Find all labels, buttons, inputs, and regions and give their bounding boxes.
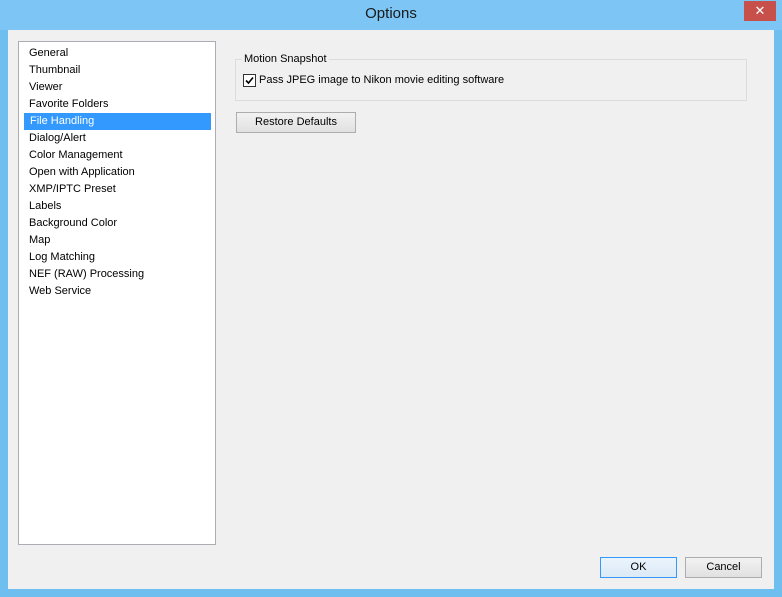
category-list[interactable]: General Thumbnail Viewer Favorite Folders Fi…	[18, 41, 216, 545]
options-window: Options ✕ General Thumbnail Viewer Favorite…	[0, 0, 782, 597]
cancel-button[interactable]: Cancel	[685, 557, 762, 578]
category-item-web-service[interactable]: Web Service	[23, 283, 211, 300]
pass-jpeg-option[interactable]: Pass JPEG image to Nikon movie editing s…	[243, 73, 504, 87]
close-button[interactable]: ✕	[744, 1, 776, 21]
window-title: Options	[365, 5, 417, 22]
category-item-viewer[interactable]: Viewer	[23, 79, 211, 96]
checkmark-icon	[245, 76, 254, 84]
restore-defaults-button[interactable]: Restore Defaults	[236, 112, 356, 133]
category-item-dialog-alert[interactable]: Dialog/Alert	[23, 130, 211, 147]
category-item-thumbnail[interactable]: Thumbnail	[23, 62, 211, 79]
category-item-background-color[interactable]: Background Color	[23, 215, 211, 232]
category-item-log-matching[interactable]: Log Matching	[23, 249, 211, 266]
category-item-xmp-iptc-preset[interactable]: XMP/IPTC Preset	[23, 181, 211, 198]
category-item-general[interactable]: General	[23, 45, 211, 62]
category-item-labels[interactable]: Labels	[23, 198, 211, 215]
category-item-nef-raw-processing[interactable]: NEF (RAW) Processing	[23, 266, 211, 283]
close-icon: ✕	[754, 3, 766, 18]
category-item-map[interactable]: Map	[23, 232, 211, 249]
category-item-file-handling[interactable]: File Handling	[24, 113, 211, 130]
title-bar[interactable]: Options ✕	[0, 0, 782, 30]
ok-button[interactable]: OK	[600, 557, 677, 578]
pass-jpeg-checkbox[interactable]	[243, 73, 256, 87]
category-item-favorite-folders[interactable]: Favorite Folders	[23, 96, 211, 113]
category-item-color-management[interactable]: Color Management	[23, 147, 211, 164]
motion-snapshot-group-title: Motion Snapshot	[242, 53, 329, 65]
pass-jpeg-label: Pass JPEG image to Nikon movie editing s…	[259, 74, 505, 86]
category-item-open-with-application[interactable]: Open with Application	[23, 164, 211, 181]
dialog-body: General Thumbnail Viewer Favorite Folders Fi…	[8, 30, 774, 589]
